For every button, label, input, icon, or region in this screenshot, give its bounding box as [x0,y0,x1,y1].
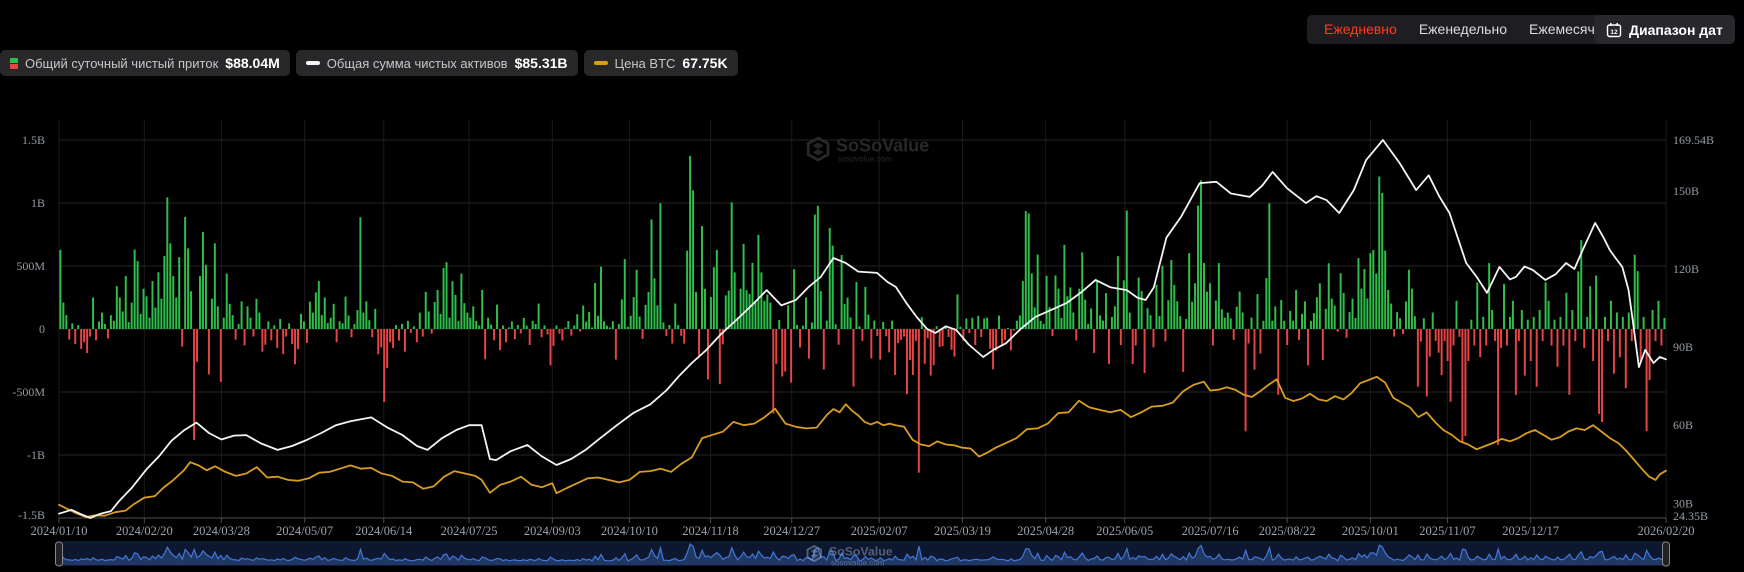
svg-text:sosovalue.com: sosovalue.com [838,155,892,164]
y-left-label: 500M [16,259,45,273]
y-right-label: 60B [1673,418,1693,432]
x-axis-label: 2024/02/20 [116,524,173,538]
y-left-label: 1.5B [22,133,45,147]
x-axis-label: 2025/07/16 [1182,524,1239,538]
x-axis-label: 2026/02/20 [1638,524,1695,538]
x-axis-label: 2024/09/03 [524,524,581,538]
y-left-label: -500M [12,385,45,399]
x-axis-label: 2024/10/10 [601,524,658,538]
x-axis-label: 2024/06/14 [355,524,413,538]
navigator-handle-left[interactable] [56,542,63,566]
svg-text:SoSoValue: SoSoValue [829,544,893,558]
y-left-label: -1B [27,448,45,462]
navigator-handle-right[interactable] [1663,542,1670,566]
y-right-label: 169.54B [1673,133,1714,147]
x-axis-label: 2025/06/05 [1096,524,1153,538]
y-right-label: 120B [1673,262,1699,276]
btc-etf-flow-chart[interactable]: SoSoValuesosovalue.com 1.5B1B500M0-500M-… [0,0,1744,572]
navigator[interactable]: SoSoValuesosovalue.com [56,541,1670,567]
x-axis-label: 2024/07/25 [441,524,498,538]
x-axis-label: 2024/05/07 [276,524,333,538]
btc-price-line [59,377,1666,517]
x-axis-label: 2025/11/07 [1419,524,1475,538]
y-left-label: 0 [39,322,45,336]
x-axis-label: 2024/01/10 [31,524,88,538]
y-right-label: 90B [1673,340,1693,354]
x-axis-label: 2025/12/17 [1502,524,1559,538]
x-axis-label: 2025/03/19 [934,524,991,538]
x-axis-label: 2025/02/07 [851,524,908,538]
svg-text:SoSoValue: SoSoValue [836,136,929,156]
x-axis-label: 2025/08/22 [1259,524,1316,538]
y-right-label: 150B [1673,184,1699,198]
svg-text:sosovalue.com: sosovalue.com [831,558,885,567]
x-axis-label: 2024/03/28 [193,524,250,538]
y-left-label: -1.5B [18,508,45,522]
x-axis-label: 2024/12/27 [763,524,820,538]
y-left-label: 1B [31,196,45,210]
x-axis-label: 2025/04/28 [1017,524,1074,538]
x-axis-label: 2024/11/18 [682,524,738,538]
x-axis-label: 2025/10/01 [1342,524,1399,538]
y-right-label: 24.35B [1673,509,1708,523]
